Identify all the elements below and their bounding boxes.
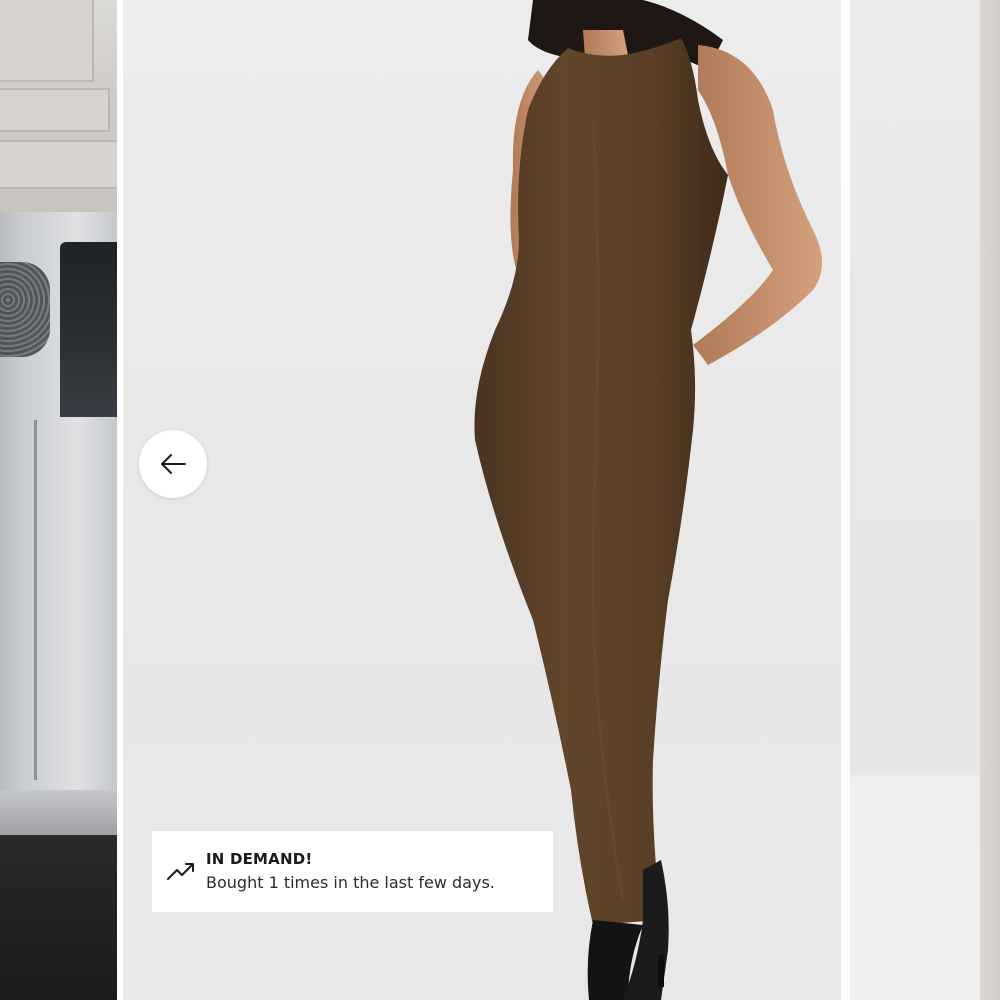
in-demand-badge: IN DEMAND! Bought 1 times in the last fe…: [152, 831, 553, 912]
facade-panel: [0, 0, 94, 82]
product-image-carousel[interactable]: IN DEMAND! Bought 1 times in the last fe…: [0, 0, 1000, 1000]
previous-image-button[interactable]: [139, 430, 207, 498]
facade-panel: [0, 140, 117, 189]
badge-subtitle: Bought 1 times in the last few days.: [206, 872, 495, 892]
car-window: [60, 242, 117, 417]
car-door-line: [34, 420, 37, 780]
car-grille: [0, 262, 50, 357]
previous-slide-image[interactable]: [0, 0, 117, 1000]
next-slide-model-edge: [980, 0, 1000, 1000]
facade-panel: [0, 88, 110, 132]
next-slide-image[interactable]: [850, 0, 1000, 1000]
arrow-left-icon: [161, 454, 186, 474]
badge-title: IN DEMAND!: [206, 849, 313, 868]
car-bumper: [0, 790, 117, 840]
trending-up-icon: [167, 862, 194, 880]
slide-gap: [841, 0, 850, 1000]
street-ground: [0, 835, 117, 1000]
